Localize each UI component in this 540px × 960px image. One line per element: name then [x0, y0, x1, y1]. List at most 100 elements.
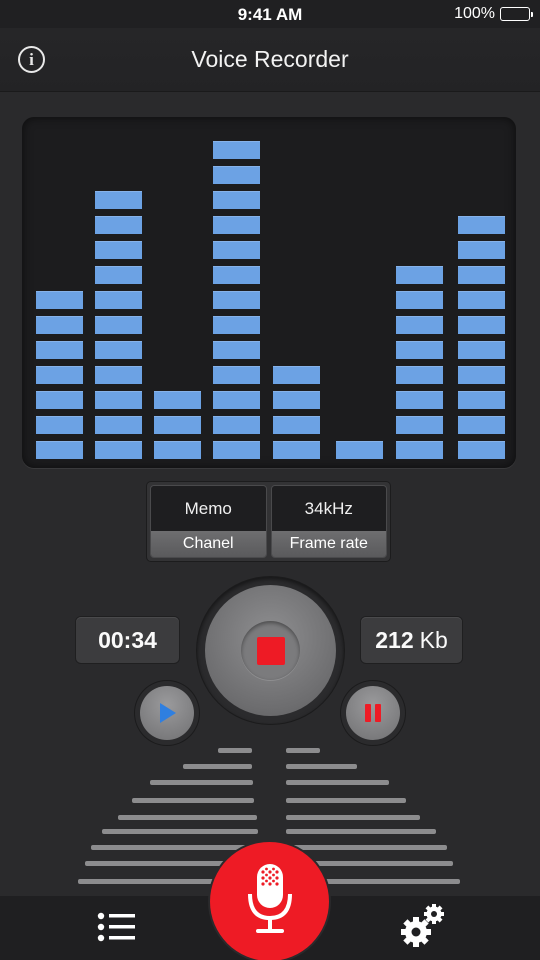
level-segment — [273, 441, 320, 459]
level-segment — [95, 191, 142, 209]
level-column — [154, 391, 201, 459]
grille-line — [132, 798, 254, 803]
level-segment — [396, 316, 443, 334]
play-button[interactable] — [135, 681, 199, 745]
level-segment — [213, 366, 260, 384]
gear-icon[interactable] — [399, 903, 445, 949]
play-icon — [160, 703, 176, 723]
level-segment — [95, 216, 142, 234]
level-segment — [396, 291, 443, 309]
level-segment — [213, 241, 260, 259]
level-segment — [336, 441, 383, 459]
battery-indicator: 100% — [454, 5, 533, 23]
level-column — [95, 191, 142, 459]
level-segment — [396, 416, 443, 434]
level-segment — [213, 141, 260, 159]
level-segment — [95, 266, 142, 284]
level-segment — [396, 441, 443, 459]
level-segment — [213, 416, 260, 434]
grille-line — [286, 780, 389, 785]
level-segment — [154, 416, 201, 434]
file-size-value: 212 — [375, 626, 414, 653]
level-column — [458, 216, 505, 459]
grille-line — [286, 764, 357, 769]
level-segment — [95, 341, 142, 359]
settings-panel: Memo Chanel 34kHz Frame rate — [147, 482, 390, 561]
grille-line — [286, 798, 406, 803]
level-segment — [213, 266, 260, 284]
stop-button[interactable] — [197, 577, 344, 724]
channel-label: Chanel — [151, 531, 266, 557]
grille-line — [118, 815, 257, 820]
level-segment — [396, 391, 443, 409]
level-segment — [458, 341, 505, 359]
level-segment — [213, 316, 260, 334]
level-segment — [36, 441, 83, 459]
level-segment — [36, 391, 83, 409]
grille-line — [218, 748, 252, 753]
channel-setting[interactable]: Memo Chanel — [150, 485, 267, 558]
level-segment — [396, 366, 443, 384]
grille-line — [286, 815, 420, 820]
navigation-bar: i Voice Recorder — [0, 28, 540, 92]
level-segment — [95, 241, 142, 259]
battery-icon — [500, 7, 533, 21]
file-size-display: 212 Kb — [361, 617, 462, 663]
level-segment — [36, 341, 83, 359]
level-segment — [154, 391, 201, 409]
level-segment — [36, 291, 83, 309]
level-segment — [95, 316, 142, 334]
battery-percent: 100% — [454, 5, 495, 22]
frame-rate-setting[interactable]: 34kHz Frame rate — [270, 485, 387, 558]
channel-value: Memo — [151, 486, 266, 532]
level-segment — [36, 416, 83, 434]
level-segment — [213, 166, 260, 184]
level-segment — [95, 366, 142, 384]
level-segment — [458, 366, 505, 384]
level-segment — [273, 366, 320, 384]
level-segment — [213, 391, 260, 409]
level-segment — [458, 391, 505, 409]
frame-rate-value: 34kHz — [271, 486, 386, 532]
level-segment — [458, 416, 505, 434]
grille-line — [286, 829, 436, 834]
microphone-icon — [247, 863, 292, 933]
level-segment — [95, 391, 142, 409]
file-size-unit: Kb — [419, 626, 448, 653]
level-segment — [95, 416, 142, 434]
level-segment — [213, 441, 260, 459]
level-segment — [36, 366, 83, 384]
grille-line — [183, 764, 252, 769]
level-segment — [458, 316, 505, 334]
elapsed-time-display: 00:34 — [76, 617, 179, 663]
status-bar: 9:41 AM 100% — [0, 0, 540, 28]
level-segment — [396, 266, 443, 284]
stop-icon — [256, 636, 285, 665]
level-column — [36, 291, 83, 459]
page-title: Voice Recorder — [191, 46, 349, 72]
grille-line — [286, 845, 447, 850]
elapsed-time: 00:34 — [98, 626, 157, 653]
list-icon[interactable] — [97, 912, 137, 942]
grille-line — [150, 780, 253, 785]
level-column — [336, 441, 383, 459]
level-segment — [213, 291, 260, 309]
level-meter — [22, 117, 516, 468]
level-segment — [213, 191, 260, 209]
level-segment — [95, 291, 142, 309]
level-segment — [458, 241, 505, 259]
level-segment — [396, 341, 443, 359]
grille-line — [286, 748, 320, 753]
level-segment — [458, 291, 505, 309]
level-segment — [458, 216, 505, 234]
level-segment — [273, 416, 320, 434]
grille-line — [102, 829, 258, 834]
grille-line — [91, 845, 258, 850]
level-column — [396, 266, 443, 459]
level-segment — [458, 266, 505, 284]
pause-button[interactable] — [341, 681, 405, 745]
level-segment — [273, 391, 320, 409]
record-button[interactable] — [210, 842, 329, 960]
level-column — [273, 366, 320, 459]
frame-rate-label: Frame rate — [271, 531, 386, 557]
